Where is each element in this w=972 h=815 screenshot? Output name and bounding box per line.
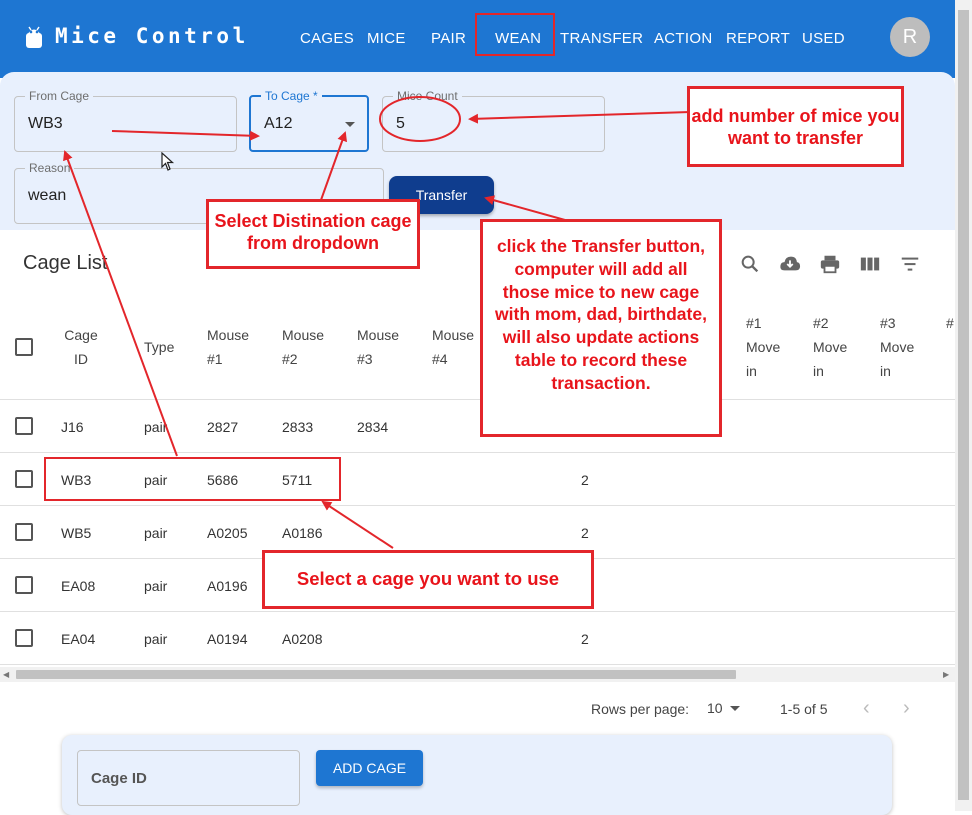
cell-type: pair [144, 525, 168, 541]
header-divider [0, 399, 955, 400]
cell-cage-id: WB3 [61, 472, 92, 488]
row-checkbox[interactable] [15, 523, 33, 541]
cell-cage-id: EA04 [61, 631, 96, 647]
header-cage-id[interactable]: Cage ID [61, 323, 101, 371]
row-divider [0, 505, 955, 506]
header-move-in-1[interactable]: #1 Move in [746, 311, 786, 383]
header-type[interactable]: Type [144, 335, 174, 359]
cell-count: 2 [581, 525, 589, 541]
app-title: Mice Control [55, 24, 249, 48]
chevron-left-icon[interactable]: ‹ [863, 697, 870, 720]
to-cage-label: To Cage * [261, 89, 322, 103]
cursor-icon [161, 152, 175, 171]
cell-mouse-1: A0194 [207, 631, 248, 647]
nav-action[interactable]: ACTION [654, 30, 712, 47]
row-checkbox[interactable] [15, 470, 33, 488]
cell-mouse-2: A0208 [282, 631, 323, 647]
horizontal-scroll-thumb[interactable] [16, 670, 736, 679]
view-column-icon[interactable] [859, 253, 881, 275]
header-move-in-3[interactable]: #3 Move in [880, 311, 920, 383]
header-mouse-2[interactable]: Mouse #2 [282, 323, 332, 371]
row-checkbox[interactable] [15, 417, 33, 435]
cell-count: 2 [581, 472, 589, 488]
avatar[interactable]: R [890, 17, 930, 57]
reason-label: Reason [25, 161, 75, 175]
rows-per-page-label: Rows per page: [591, 701, 690, 717]
nav-report[interactable]: REPORT [726, 30, 790, 47]
nav-pair[interactable]: PAIR [431, 30, 466, 47]
dropdown-caret-icon [345, 122, 355, 127]
header-mouse-1[interactable]: Mouse #1 [207, 323, 257, 371]
select-all-checkbox[interactable] [15, 338, 33, 356]
reason-value: wean [28, 187, 67, 204]
vertical-scroll-thumb[interactable] [958, 10, 969, 800]
from-cage-label: From Cage [25, 89, 94, 103]
annotation-transfer: click the Transfer button, computer will… [480, 219, 722, 437]
from-cage-value: WB3 [28, 115, 63, 132]
cell-type: pair [144, 419, 168, 435]
add-cage-button[interactable]: ADD CAGE [316, 750, 423, 786]
chevron-right-icon[interactable]: › [903, 697, 910, 720]
row-divider [0, 611, 955, 612]
cage-id-placeholder: Cage ID [91, 770, 147, 787]
cell-cage-id: J16 [61, 419, 84, 435]
cell-type: pair [144, 578, 168, 594]
row-divider [0, 452, 955, 453]
cell-mouse-1: 2827 [207, 419, 239, 435]
cell-type: pair [144, 631, 168, 647]
mice-count-label: Mice Count [393, 89, 462, 103]
filter-icon[interactable] [899, 253, 921, 275]
nav-mice[interactable]: MICE [367, 30, 406, 47]
nav-wean[interactable]: WEAN [495, 30, 541, 47]
scroll-left-arrow-icon[interactable]: ◀ [3, 670, 9, 679]
scroll-right-arrow-icon[interactable]: ▶ [943, 670, 949, 679]
header-mouse-4[interactable]: Mouse #4 [432, 323, 482, 371]
annotation-mice-count: add number of mice you want to transfer [687, 86, 904, 167]
cell-cage-id: WB5 [61, 525, 92, 541]
row-divider [0, 664, 955, 665]
cell-mouse-2: 5711 [282, 472, 313, 488]
cell-mouse-2: A0186 [282, 525, 323, 541]
pagination-range: 1-5 of 5 [780, 701, 828, 717]
nav-cages[interactable]: CAGES [300, 30, 354, 47]
cell-count: 2 [581, 631, 589, 647]
to-cage-select[interactable]: To Cage * A12 [249, 89, 369, 152]
cell-cage-id: EA08 [61, 578, 96, 594]
annotation-select-cage: Select a cage you want to use [262, 550, 594, 609]
cage-id-input[interactable]: Cage ID [77, 750, 300, 806]
to-cage-value: A12 [264, 115, 293, 132]
annotation-destination: Select Distination cage from dropdown [206, 199, 420, 269]
search-icon[interactable] [739, 253, 761, 275]
header-mouse-3[interactable]: Mouse #3 [357, 323, 407, 371]
cage-list-title: Cage List [23, 252, 108, 274]
cell-mouse-3: 2834 [357, 419, 389, 435]
cell-mouse-1: A0196 [207, 578, 248, 594]
row-checkbox[interactable] [15, 576, 33, 594]
nav-transfer[interactable]: TRANSFER [560, 30, 643, 47]
app-bar: Mice Control CAGES MICE PAIR WEAN TRANSF… [0, 0, 955, 78]
rows-per-page-select[interactable]: 10 [707, 700, 723, 716]
cloud-download-icon[interactable] [779, 253, 801, 275]
mice-count-field[interactable]: Mice Count 5 [382, 89, 605, 152]
print-icon[interactable] [819, 253, 841, 275]
mice-count-value: 5 [396, 115, 405, 132]
row-checkbox[interactable] [15, 629, 33, 647]
cell-type: pair [144, 472, 168, 488]
header-move-in-2[interactable]: #2 Move in [813, 311, 853, 383]
cell-mouse-1: 5686 [207, 472, 239, 488]
cell-mouse-1: A0205 [207, 525, 248, 541]
nav-used[interactable]: USED [802, 30, 845, 47]
cell-mouse-2: 2833 [282, 419, 314, 435]
android-icon [26, 26, 42, 48]
rows-per-page-caret-icon[interactable] [730, 706, 740, 711]
from-cage-field[interactable]: From Cage WB3 [14, 89, 237, 152]
